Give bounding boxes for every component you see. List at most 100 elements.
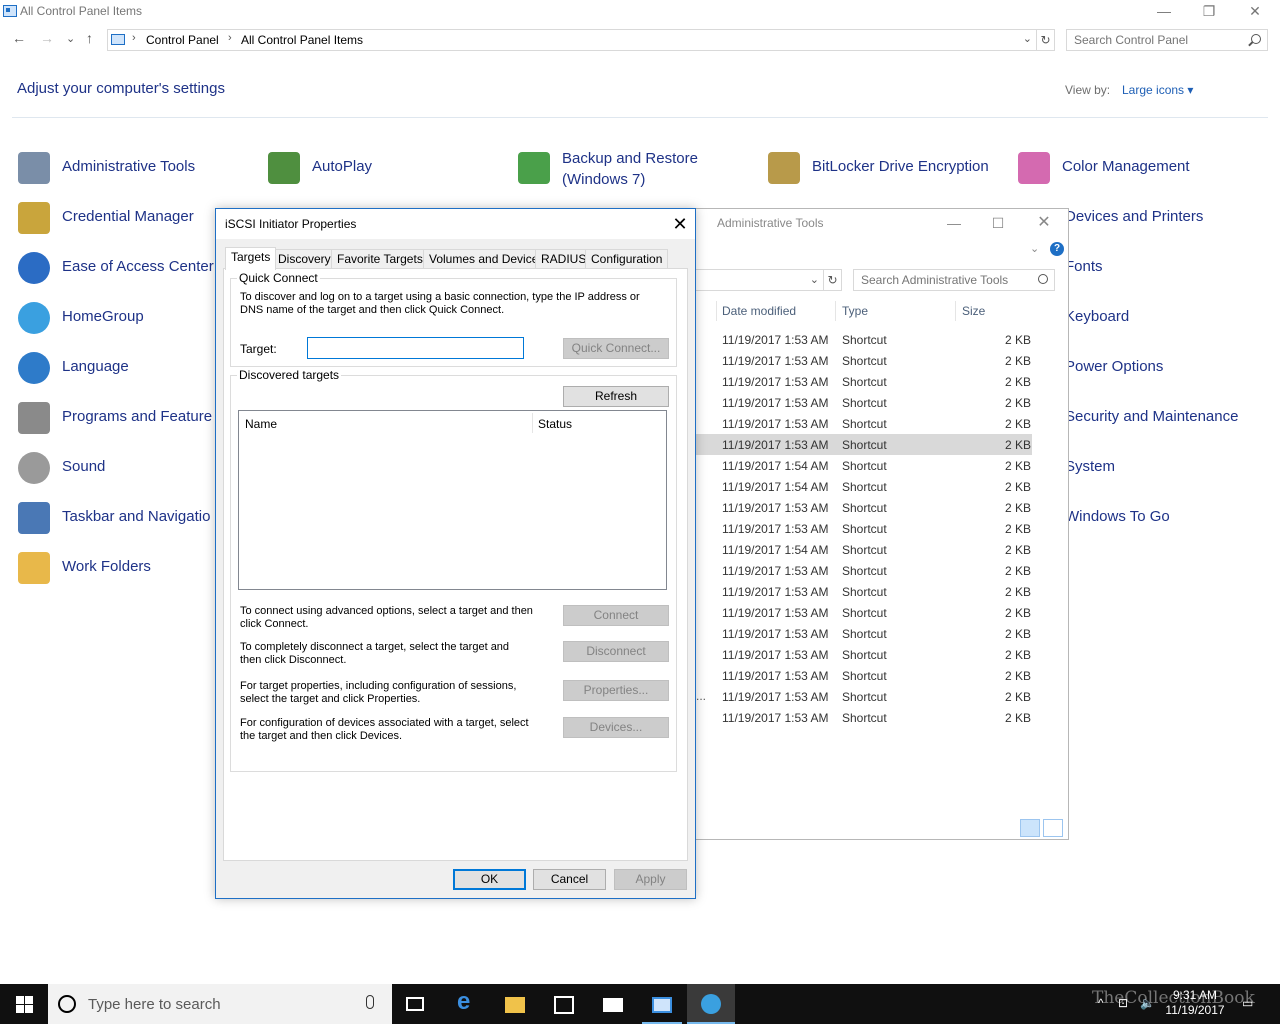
table-row[interactable]: 11/19/2017 1:53 AM Shortcut 2 KB <box>696 371 1032 392</box>
refresh-icon[interactable]: ↻ <box>1037 29 1055 51</box>
tab-radius[interactable]: RADIUS <box>535 249 593 269</box>
refresh-icon[interactable]: ↻ <box>824 269 842 291</box>
table-row[interactable]: 11/19/2017 1:54 AM Shortcut 2 KB <box>696 539 1032 560</box>
table-row[interactable]: 11/19/2017 1:53 AM Shortcut 2 KB <box>696 602 1032 623</box>
column-header-date[interactable]: Date modified <box>722 304 796 318</box>
close-button[interactable]: ✕ <box>666 212 694 236</box>
volume-icon[interactable]: 🔈 <box>1140 996 1155 1010</box>
cp-item-programs-features[interactable]: Programs and Feature <box>18 398 218 438</box>
control-panel-icon <box>3 5 17 17</box>
back-arrow-icon[interactable]: ← <box>12 30 26 46</box>
cp-item-sound[interactable]: Sound <box>18 448 218 488</box>
devices-button[interactable]: Devices... <box>563 717 669 738</box>
column-header-name[interactable]: Name <box>245 417 277 431</box>
close-button[interactable]: ✕ <box>1232 0 1278 24</box>
cp-item-ease-of-access[interactable]: Ease of Access Center <box>18 248 218 288</box>
target-input[interactable] <box>307 337 524 359</box>
address-dropdown-icon[interactable]: ⌄ <box>1023 32 1032 45</box>
close-button[interactable]: ✕ <box>1022 211 1066 237</box>
mail-taskbar-button[interactable] <box>589 984 637 1024</box>
table-row[interactable]: 11/19/2017 1:53 AM Shortcut 2 KB <box>696 329 1032 350</box>
table-row[interactable]: 11/19/2017 1:54 AM Shortcut 2 KB <box>696 455 1032 476</box>
start-button[interactable] <box>0 984 48 1024</box>
table-row[interactable]: 11/19/2017 1:53 AM Shortcut 2 KB <box>696 581 1032 602</box>
details-view-icon[interactable] <box>1020 819 1040 837</box>
up-arrow-icon[interactable]: ↑ <box>86 30 93 46</box>
table-row[interactable]: 11/19/2017 1:53 AM Shortcut 2 KB <box>696 623 1032 644</box>
cp-item-color-management[interactable]: Color Management <box>1018 148 1218 188</box>
apply-button[interactable]: Apply <box>614 869 687 890</box>
taskbar-clock[interactable]: 9:31 AM 11/19/2017 <box>1160 988 1230 1018</box>
iscsi-taskbar-button[interactable] <box>687 984 735 1024</box>
tab-configuration[interactable]: Configuration <box>585 249 669 269</box>
column-header-status[interactable]: Status <box>538 417 572 431</box>
address-bar[interactable]: › Control Panel › All Control Panel Item… <box>107 29 1037 51</box>
restore-button[interactable]: ❐ <box>1186 0 1232 24</box>
table-row[interactable]: 11/19/2017 1:53 AM Shortcut 2 KB <box>696 392 1032 413</box>
cp-item-administrative-tools[interactable]: Administrative Tools <box>18 148 218 188</box>
action-center-icon[interactable]: ▭ <box>1242 996 1253 1010</box>
table-row[interactable]: 11/19/2017 1:53 AM Shortcut 2 KB <box>696 434 1032 455</box>
network-icon[interactable]: ⊡ <box>1118 996 1128 1010</box>
discovered-targets-list[interactable]: Name Status <box>238 410 667 590</box>
table-row[interactable]: 11/19/2017 1:54 AM Shortcut 2 KB <box>696 476 1032 497</box>
search-input[interactable] <box>854 270 1029 290</box>
task-view-button[interactable] <box>392 984 440 1024</box>
cp-item-bitlocker[interactable]: BitLocker Drive Encryption <box>768 148 1008 188</box>
store-taskbar-button[interactable] <box>540 984 588 1024</box>
large-icons-view-icon[interactable] <box>1043 819 1063 837</box>
cp-item-credential-manager[interactable]: Credential Manager <box>18 198 218 238</box>
forward-arrow-icon[interactable]: → <box>40 30 54 46</box>
column-header-type[interactable]: Type <box>842 304 868 318</box>
taskbar-search-box[interactable]: Type here to search <box>48 984 392 1024</box>
breadcrumb-all-items[interactable]: All Control Panel Items <box>241 33 363 47</box>
cp-item-backup-restore[interactable]: Backup and Restore (Windows 7) <box>518 148 718 188</box>
recent-locations-chevron-icon[interactable]: ⌄ <box>66 32 75 45</box>
table-row[interactable]: 11/19/2017 1:53 AM Shortcut 2 KB <box>696 686 1032 707</box>
breadcrumb-control-panel[interactable]: Control Panel <box>146 33 219 47</box>
tab-discovery[interactable]: Discovery <box>272 249 337 269</box>
table-row[interactable]: 11/19/2017 1:53 AM Shortcut 2 KB <box>696 497 1032 518</box>
file-explorer-taskbar-button[interactable] <box>491 984 539 1024</box>
row-type: Shortcut <box>842 459 887 473</box>
ribbon-expand-chevron-icon[interactable]: ⌄ <box>1030 242 1039 255</box>
microphone-icon[interactable] <box>366 995 374 1009</box>
ok-button[interactable]: OK <box>453 869 526 890</box>
cp-item-autoplay[interactable]: AutoPlay <box>268 148 468 188</box>
cancel-button[interactable]: Cancel <box>533 869 606 890</box>
tab-volumes-devices[interactable]: Volumes and Devices <box>423 249 551 269</box>
connect-button[interactable]: Connect <box>563 605 669 626</box>
cp-item-language[interactable]: Language <box>18 348 218 388</box>
table-row[interactable]: 11/19/2017 1:53 AM Shortcut 2 KB <box>696 665 1032 686</box>
search-icon[interactable] <box>1038 274 1048 284</box>
address-bar[interactable]: ⌄ <box>696 269 824 291</box>
cp-item-work-folders[interactable]: Work Folders <box>18 548 218 588</box>
show-hidden-icons-icon[interactable]: ^ <box>1098 996 1104 1010</box>
disconnect-button[interactable]: Disconnect <box>563 641 669 662</box>
table-row[interactable]: 11/19/2017 1:53 AM Shortcut 2 KB <box>696 350 1032 371</box>
table-row[interactable]: 11/19/2017 1:53 AM Shortcut 2 KB <box>696 560 1032 581</box>
table-row[interactable]: 11/19/2017 1:53 AM Shortcut 2 KB <box>696 644 1032 665</box>
tab-favorite-targets[interactable]: Favorite Targets <box>331 249 429 269</box>
help-icon[interactable]: ? <box>1050 242 1064 256</box>
properties-button[interactable]: Properties... <box>563 680 669 701</box>
quick-connect-button[interactable]: Quick Connect... <box>563 338 669 359</box>
column-header-size[interactable]: Size <box>962 304 985 318</box>
minimize-button[interactable]: — <box>1141 0 1187 24</box>
search-icon[interactable] <box>1251 34 1261 44</box>
control-panel-taskbar-button[interactable] <box>638 984 686 1024</box>
address-dropdown-icon[interactable]: ⌄ <box>810 273 819 286</box>
color-management-icon <box>1018 152 1050 184</box>
view-by-dropdown[interactable]: Large icons ▾ <box>1122 83 1193 97</box>
table-row[interactable]: 11/19/2017 1:53 AM Shortcut 2 KB <box>696 413 1032 434</box>
table-row[interactable]: 11/19/2017 1:53 AM Shortcut 2 KB <box>696 707 1032 728</box>
tab-targets[interactable]: Targets <box>225 247 277 270</box>
maximize-button[interactable]: ☐ <box>976 211 1020 237</box>
minimize-button[interactable]: — <box>932 211 976 237</box>
cp-item-homegroup[interactable]: HomeGroup <box>18 298 218 338</box>
search-input[interactable] <box>1067 30 1242 50</box>
refresh-button[interactable]: Refresh <box>563 386 669 407</box>
table-row[interactable]: 11/19/2017 1:53 AM Shortcut 2 KB <box>696 518 1032 539</box>
cp-item-taskbar-navigation[interactable]: Taskbar and Navigatio <box>18 498 218 538</box>
edge-taskbar-button[interactable]: e <box>443 984 491 1024</box>
